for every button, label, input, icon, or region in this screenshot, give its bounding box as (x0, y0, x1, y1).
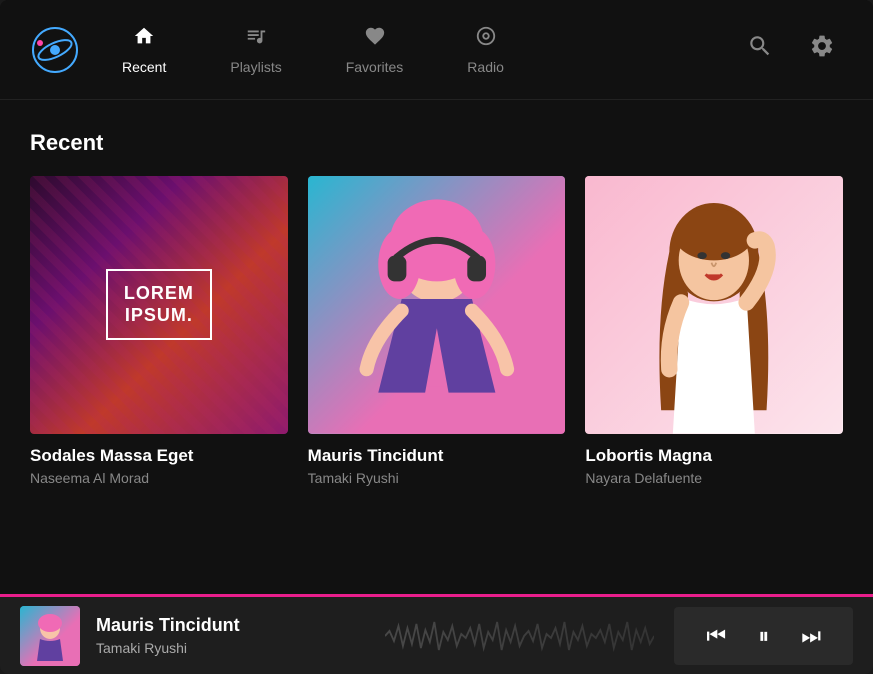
playlists-icon (245, 25, 267, 53)
nav-item-recent[interactable]: Recent (110, 17, 178, 83)
card-artist-3: Nayara Delafuente (585, 470, 843, 486)
player-thumbnail (20, 606, 80, 666)
card-artist-1: Naseema Al Morad (30, 470, 288, 486)
search-button[interactable] (739, 25, 781, 74)
card-artist-2: Tamaki Ryushi (308, 470, 566, 486)
play-pause-button[interactable]: ⏸ (746, 617, 781, 655)
nav-right (739, 25, 843, 74)
next-button[interactable]: ⏭ (789, 617, 833, 655)
player-title: Mauris Tincidunt (96, 615, 365, 636)
card-title-1: Sodales Massa Eget (30, 446, 288, 466)
music-card-1[interactable]: LOREM IPSUM. Sodales Massa Eget Naseema … (30, 176, 288, 486)
section-title: Recent (30, 130, 843, 156)
nav-label-playlists: Playlists (230, 59, 281, 75)
card-image-2 (308, 176, 566, 434)
music-card-2[interactable]: Mauris Tincidunt Tamaki Ryushi (308, 176, 566, 486)
nav-label-favorites: Favorites (346, 59, 404, 75)
lorem-line1: LOREM (124, 283, 194, 305)
favorites-icon (364, 25, 386, 53)
radio-icon (475, 25, 497, 53)
main-content: Recent LOREM IPSUM. Sodales Massa Eget N… (0, 100, 873, 594)
lorem-ipsum-box: LOREM IPSUM. (106, 269, 212, 340)
person3-svg (585, 176, 843, 434)
prev-button[interactable]: ⏮ (694, 617, 738, 655)
app-logo (30, 25, 80, 75)
nav-item-radio[interactable]: Radio (455, 17, 516, 83)
nav-label-recent: Recent (122, 59, 166, 75)
nav-item-playlists[interactable]: Playlists (218, 17, 293, 83)
person2-svg (308, 176, 566, 434)
cards-row: LOREM IPSUM. Sodales Massa Eget Naseema … (30, 176, 843, 486)
nav-label-radio: Radio (467, 59, 504, 75)
nav-items: Recent Playlists Favorites (110, 17, 739, 83)
nav-item-favorites[interactable]: Favorites (334, 17, 416, 83)
player-waveform (385, 616, 654, 656)
nav-bar: Recent Playlists Favorites (0, 0, 873, 100)
player-bar: Mauris Tincidunt Tamaki Ryushi ⏮ ⏸ ⏭ (0, 594, 873, 674)
player-artist: Tamaki Ryushi (96, 640, 365, 656)
music-card-3[interactable]: Lobortis Magna Nayara Delafuente (585, 176, 843, 486)
player-info: Mauris Tincidunt Tamaki Ryushi (96, 615, 365, 656)
settings-button[interactable] (801, 25, 843, 74)
card-image-3 (585, 176, 843, 434)
home-icon (133, 25, 155, 53)
lorem-line2: IPSUM. (124, 305, 194, 327)
player-controls: ⏮ ⏸ ⏭ (674, 607, 853, 665)
app-container: Recent Playlists Favorites (0, 0, 873, 674)
card-title-2: Mauris Tincidunt (308, 446, 566, 466)
card-image-1: LOREM IPSUM. (30, 176, 288, 434)
card-title-3: Lobortis Magna (585, 446, 843, 466)
